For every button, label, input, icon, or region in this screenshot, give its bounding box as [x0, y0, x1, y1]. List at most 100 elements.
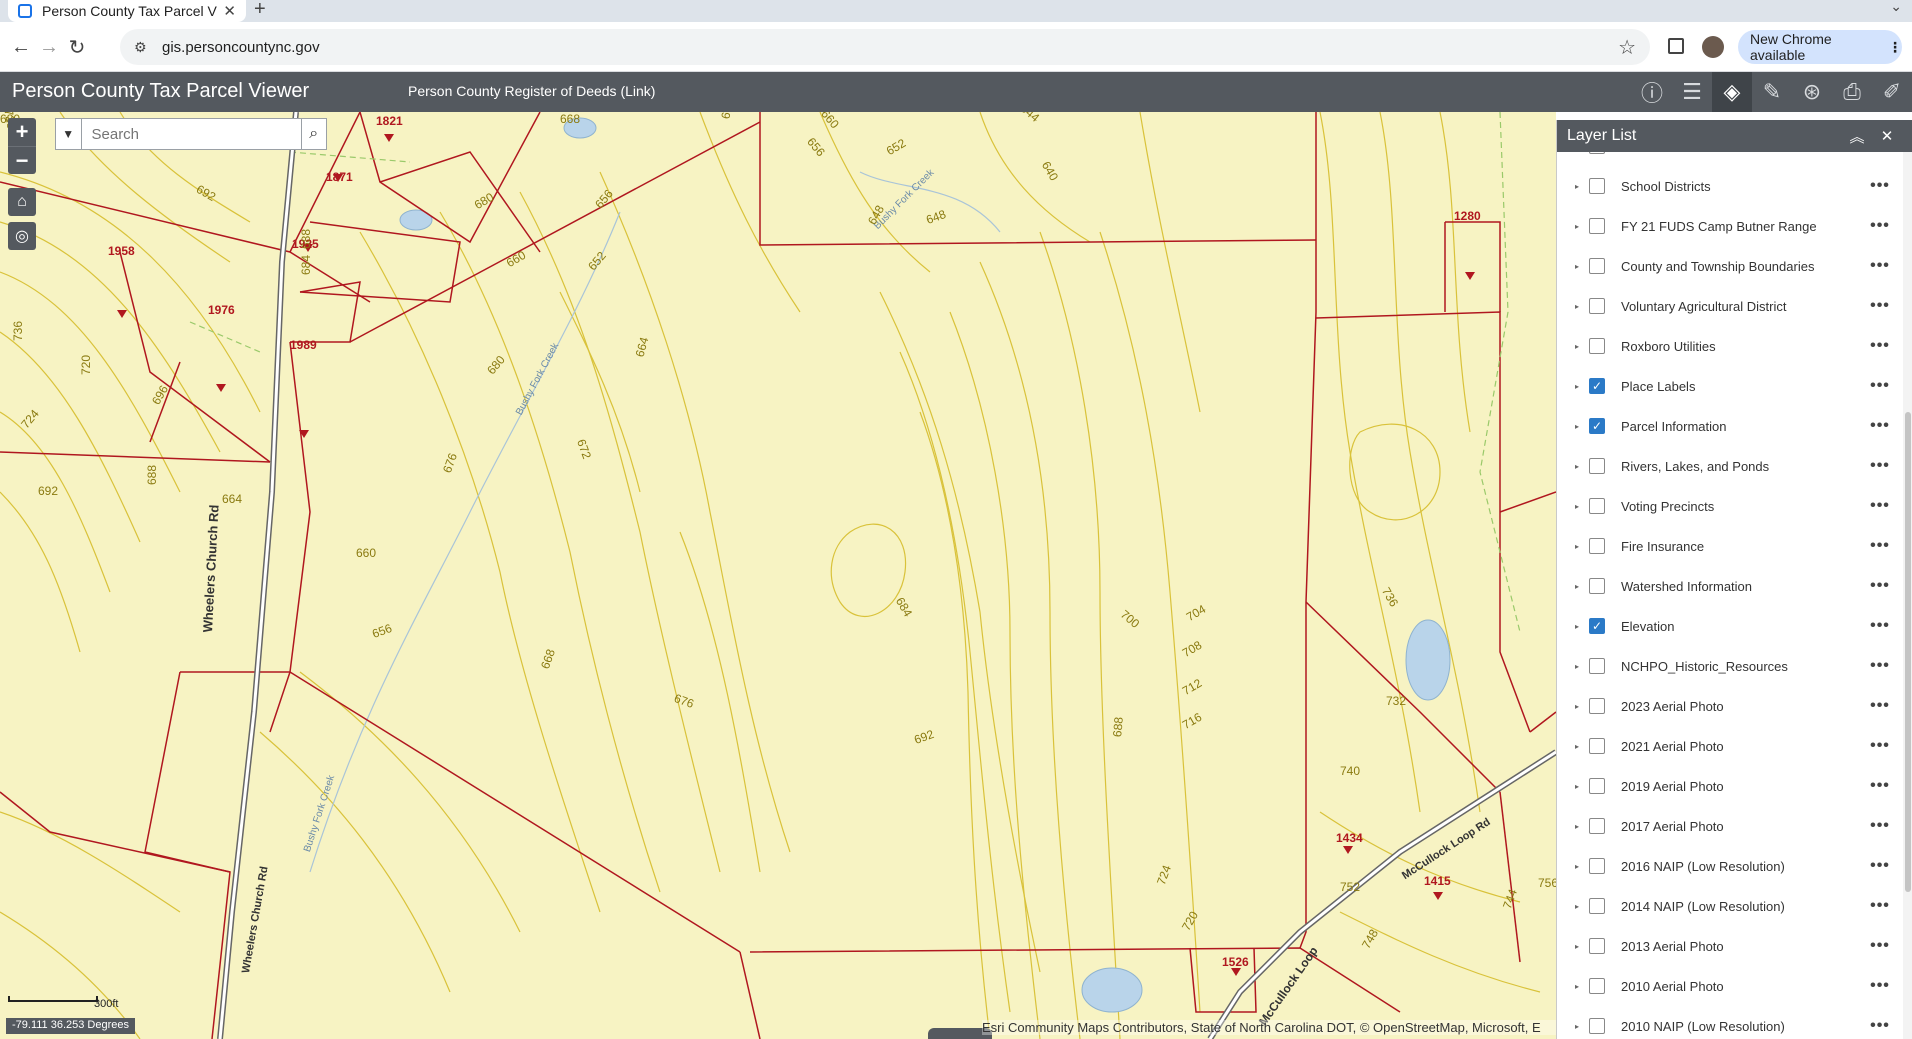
more-options-icon[interactable]: •••	[1865, 897, 1895, 915]
parcel-label[interactable]: 1526	[1222, 955, 1249, 969]
browser-tab[interactable]: Person County Tax Parcel Vie ✕	[8, 0, 246, 22]
layer-row[interactable]: ▸ 2021 Aerial Photo •••	[1557, 726, 1903, 766]
layer-checkbox[interactable]	[1589, 538, 1605, 554]
layer-list-scroll[interactable]: ▸Soils•••▸School Districts•••▸FY 21 FUDS…	[1557, 152, 1903, 1039]
layer-checkbox[interactable]	[1589, 338, 1605, 354]
parcel-label[interactable]: 1415	[1424, 874, 1451, 888]
expand-icon[interactable]: ▸	[1575, 582, 1585, 591]
more-options-icon[interactable]: •••	[1865, 217, 1895, 235]
more-options-icon[interactable]: •••	[1865, 777, 1895, 795]
more-options-icon[interactable]: •••	[1865, 417, 1895, 435]
expand-icon[interactable]: ▸	[1575, 862, 1585, 871]
print-icon[interactable]: ⎙	[1832, 72, 1872, 112]
layer-checkbox[interactable]: ✓	[1589, 618, 1605, 634]
more-options-icon[interactable]: •••	[1865, 177, 1895, 195]
layer-row[interactable]: ▸ Voluntary Agricultural District •••	[1557, 286, 1903, 326]
more-options-icon[interactable]: •••	[1865, 977, 1895, 995]
more-options-icon[interactable]: •••	[1865, 257, 1895, 275]
back-icon[interactable]: ←	[6, 32, 36, 62]
address-bar[interactable]: ⚙ gis.personcountync.gov ☆	[120, 29, 1650, 65]
layer-row[interactable]: ▸ FY 21 FUDS Camp Butner Range •••	[1557, 206, 1903, 246]
more-options-icon[interactable]: •••	[1865, 657, 1895, 675]
layer-checkbox[interactable]: ✓	[1589, 378, 1605, 394]
side-panel-icon[interactable]	[1668, 38, 1684, 54]
layer-row[interactable]: ▸ Fire Insurance •••	[1557, 526, 1903, 566]
parcel-label[interactable]: 1821	[376, 114, 403, 128]
layer-row[interactable]: ▸ NCHPO_Historic_Resources •••	[1557, 646, 1903, 686]
bookmark-star-icon[interactable]: ☆	[1618, 35, 1636, 60]
layer-row[interactable]: ▸ 2023 Aerial Photo •••	[1557, 686, 1903, 726]
expand-icon[interactable]: ▸	[1575, 782, 1585, 791]
more-options-icon[interactable]: •••	[1865, 337, 1895, 355]
layer-checkbox[interactable]	[1589, 738, 1605, 754]
expand-icon[interactable]: ▸	[1575, 822, 1585, 831]
more-options-icon[interactable]: •••	[1865, 617, 1895, 635]
register-of-deeds-link[interactable]: Person County Register of Deeds (Link)	[408, 83, 655, 99]
layer-row[interactable]: ▸ ✓ Elevation •••	[1557, 606, 1903, 646]
layer-checkbox[interactable]	[1589, 818, 1605, 834]
more-options-icon[interactable]: •••	[1865, 1017, 1895, 1035]
draw-icon[interactable]: ✐	[1872, 72, 1912, 112]
more-options-icon[interactable]: •••	[1865, 497, 1895, 515]
layer-row[interactable]: ▸Soils•••	[1557, 152, 1903, 166]
layer-row[interactable]: ▸ 2010 Aerial Photo •••	[1557, 966, 1903, 1006]
scrollbar[interactable]	[1903, 152, 1912, 1039]
coordinate-readout[interactable]: -79.111 36.253 Degrees	[6, 1018, 136, 1034]
more-options-icon[interactable]: •••	[1865, 937, 1895, 955]
layer-row[interactable]: ▸ County and Township Boundaries •••	[1557, 246, 1903, 286]
search-input[interactable]	[81, 119, 301, 149]
expand-icon[interactable]: ▸	[1575, 662, 1585, 671]
layer-checkbox[interactable]	[1589, 578, 1605, 594]
more-options-icon[interactable]: •••	[1865, 857, 1895, 875]
expand-icon[interactable]: ▸	[1575, 542, 1585, 551]
expand-icon[interactable]: ▸	[1575, 182, 1585, 191]
parcel-label[interactable]: 1871	[326, 170, 353, 184]
close-tab-icon[interactable]: ✕	[223, 2, 236, 20]
expand-icon[interactable]: ▸	[1575, 622, 1585, 631]
more-options-icon[interactable]: •••	[1865, 377, 1895, 395]
layer-checkbox[interactable]	[1589, 698, 1605, 714]
layer-checkbox[interactable]	[1589, 258, 1605, 274]
layer-checkbox[interactable]	[1589, 458, 1605, 474]
legend-icon[interactable]: ☰	[1672, 72, 1712, 112]
more-options-icon[interactable]: •••	[1865, 817, 1895, 835]
expand-icon[interactable]: ▸	[1575, 902, 1585, 911]
map-canvas[interactable]	[0, 112, 1556, 1039]
layer-checkbox[interactable]	[1589, 178, 1605, 194]
expand-icon[interactable]: ▸	[1575, 382, 1585, 391]
layer-row[interactable]: ▸ School Districts •••	[1557, 166, 1903, 206]
layer-row[interactable]: ▸ 2013 Aerial Photo •••	[1557, 926, 1903, 966]
layer-checkbox[interactable]	[1589, 978, 1605, 994]
map-view[interactable]: 1821 1871 1925 1958 1976 1989 1280 1434 …	[0, 112, 1556, 1039]
expand-icon[interactable]: ▸	[1575, 462, 1585, 471]
parcel-label[interactable]: 1989	[290, 338, 317, 352]
layer-checkbox[interactable]	[1589, 218, 1605, 234]
tab-search-icon[interactable]: ⌄	[1890, 0, 1902, 15]
layer-row[interactable]: ▸ ✓ Place Labels •••	[1557, 366, 1903, 406]
info-icon[interactable]: ⓘ	[1632, 72, 1672, 112]
layer-row[interactable]: ▸ Watershed Information •••	[1557, 566, 1903, 606]
layer-row[interactable]: ▸ 2016 NAIP (Low Resolution) •••	[1557, 846, 1903, 886]
collapse-icon[interactable]: ︽	[1842, 126, 1872, 147]
layers-icon[interactable]: ◈	[1712, 72, 1752, 112]
layer-checkbox[interactable]	[1589, 152, 1605, 154]
close-icon[interactable]: ✕	[1872, 127, 1902, 145]
reload-icon[interactable]: ↻	[62, 32, 92, 62]
layer-row[interactable]: ▸ ✓ Parcel Information •••	[1557, 406, 1903, 446]
layer-row[interactable]: ▸ 2019 Aerial Photo •••	[1557, 766, 1903, 806]
layer-checkbox[interactable]	[1589, 1018, 1605, 1034]
layer-row[interactable]: ▸ 2010 NAIP (Low Resolution) •••	[1557, 1006, 1903, 1039]
layer-checkbox[interactable]	[1589, 778, 1605, 794]
parcel-label[interactable]: 1976	[208, 303, 235, 317]
select-icon[interactable]: ⊛	[1792, 72, 1832, 112]
more-options-icon[interactable]: •••	[1865, 537, 1895, 555]
more-options-icon[interactable]: •••	[1865, 152, 1895, 155]
forward-icon[interactable]: →	[34, 32, 64, 62]
layer-checkbox[interactable]	[1589, 938, 1605, 954]
new-tab-icon[interactable]: +	[254, 0, 266, 21]
site-info-icon[interactable]: ⚙	[134, 39, 150, 55]
search-source-dropdown[interactable]: ▼	[56, 119, 82, 149]
expand-icon[interactable]: ▸	[1575, 982, 1585, 991]
layer-row[interactable]: ▸ Rivers, Lakes, and Ponds •••	[1557, 446, 1903, 486]
layer-checkbox[interactable]	[1589, 858, 1605, 874]
